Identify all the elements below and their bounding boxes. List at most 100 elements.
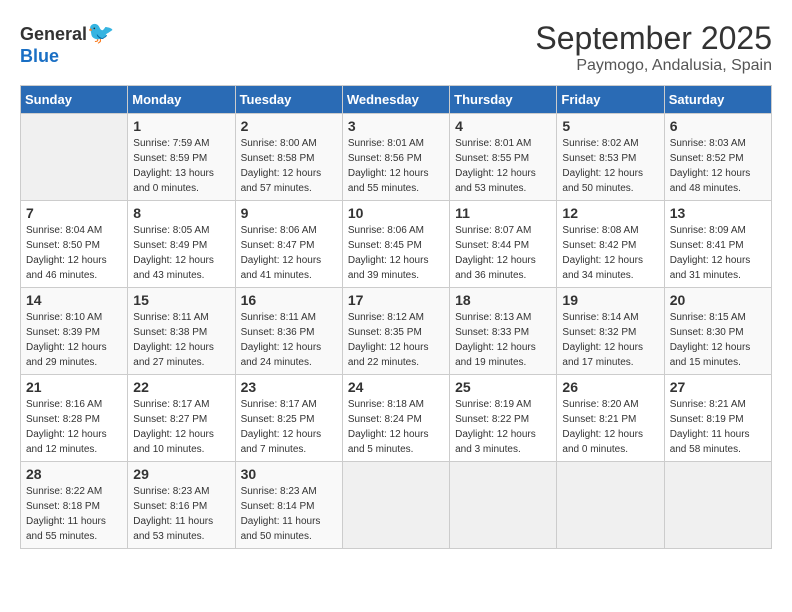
calendar-cell: 2 Sunrise: 8:00 AM Sunset: 8:58 PM Daylig… bbox=[235, 114, 342, 201]
day-info: Sunrise: 8:20 AM Sunset: 8:21 PM Dayligh… bbox=[562, 397, 658, 457]
calendar-cell: 12 Sunrise: 8:08 AM Sunset: 8:42 PM Dayli… bbox=[557, 201, 664, 288]
calendar-cell: 14 Sunrise: 8:10 AM Sunset: 8:39 PM Dayli… bbox=[21, 288, 128, 375]
day-number: 8 bbox=[133, 205, 229, 221]
calendar-cell: 11 Sunrise: 8:07 AM Sunset: 8:44 PM Dayli… bbox=[450, 201, 557, 288]
day-number: 11 bbox=[455, 205, 551, 221]
day-info: Sunrise: 8:02 AM Sunset: 8:53 PM Dayligh… bbox=[562, 136, 658, 196]
calendar-cell: 24 Sunrise: 8:18 AM Sunset: 8:24 PM Dayli… bbox=[342, 375, 449, 462]
day-info: Sunrise: 8:16 AM Sunset: 8:28 PM Dayligh… bbox=[26, 397, 122, 457]
column-header-wednesday: Wednesday bbox=[342, 86, 449, 114]
day-number: 22 bbox=[133, 379, 229, 395]
day-number: 30 bbox=[241, 466, 337, 482]
calendar-cell: 5 Sunrise: 8:02 AM Sunset: 8:53 PM Daylig… bbox=[557, 114, 664, 201]
day-number: 3 bbox=[348, 118, 444, 134]
calendar-cell bbox=[664, 462, 771, 549]
page-header: General🐦 Blue September 2025 Paymogo, An… bbox=[20, 20, 772, 75]
day-number: 9 bbox=[241, 205, 337, 221]
logo-blue: Blue bbox=[20, 46, 59, 66]
calendar-cell: 7 Sunrise: 8:04 AM Sunset: 8:50 PM Daylig… bbox=[21, 201, 128, 288]
calendar-cell: 21 Sunrise: 8:16 AM Sunset: 8:28 PM Dayli… bbox=[21, 375, 128, 462]
column-header-friday: Friday bbox=[557, 86, 664, 114]
day-number: 23 bbox=[241, 379, 337, 395]
day-info: Sunrise: 8:12 AM Sunset: 8:35 PM Dayligh… bbox=[348, 310, 444, 370]
calendar-cell: 10Sunrise: 8:06 AM Sunset: 8:45 PM Dayli… bbox=[342, 201, 449, 288]
day-number: 2 bbox=[241, 118, 337, 134]
day-number: 28 bbox=[26, 466, 122, 482]
day-number: 15 bbox=[133, 292, 229, 308]
day-number: 18 bbox=[455, 292, 551, 308]
calendar-header-row: SundayMondayTuesdayWednesdayThursdayFrid… bbox=[21, 86, 772, 114]
calendar-cell bbox=[557, 462, 664, 549]
day-number: 7 bbox=[26, 205, 122, 221]
day-number: 20 bbox=[670, 292, 766, 308]
calendar-week-row: 28 Sunrise: 8:22 AM Sunset: 8:18 PM Dayli… bbox=[21, 462, 772, 549]
column-header-tuesday: Tuesday bbox=[235, 86, 342, 114]
calendar-cell: 25 Sunrise: 8:19 AM Sunset: 8:22 PM Dayli… bbox=[450, 375, 557, 462]
day-info: Sunrise: 8:21 AM Sunset: 8:19 PM Dayligh… bbox=[670, 397, 766, 457]
day-number: 17 bbox=[348, 292, 444, 308]
calendar-cell: 29Sunrise: 8:23 AM Sunset: 8:16 PM Dayli… bbox=[128, 462, 235, 549]
day-number: 24 bbox=[348, 379, 444, 395]
day-info: Sunrise: 8:19 AM Sunset: 8:22 PM Dayligh… bbox=[455, 397, 551, 457]
calendar-cell bbox=[450, 462, 557, 549]
day-info: Sunrise: 8:22 AM Sunset: 8:18 PM Dayligh… bbox=[26, 484, 122, 544]
day-info: Sunrise: 7:59 AM Sunset: 8:59 PM Dayligh… bbox=[133, 136, 229, 196]
calendar-week-row: 14 Sunrise: 8:10 AM Sunset: 8:39 PM Dayli… bbox=[21, 288, 772, 375]
calendar-cell: 9 Sunrise: 8:06 AM Sunset: 8:47 PM Daylig… bbox=[235, 201, 342, 288]
day-info: Sunrise: 8:14 AM Sunset: 8:32 PM Dayligh… bbox=[562, 310, 658, 370]
day-info: Sunrise: 8:06 AM Sunset: 8:47 PM Dayligh… bbox=[241, 223, 337, 283]
calendar-cell: 23 Sunrise: 8:17 AM Sunset: 8:25 PM Dayli… bbox=[235, 375, 342, 462]
logo-bird-icon: 🐦 bbox=[87, 20, 114, 45]
calendar-cell: 13Sunrise: 8:09 AM Sunset: 8:41 PM Dayli… bbox=[664, 201, 771, 288]
day-info: Sunrise: 8:11 AM Sunset: 8:36 PM Dayligh… bbox=[241, 310, 337, 370]
calendar-cell bbox=[342, 462, 449, 549]
day-number: 19 bbox=[562, 292, 658, 308]
column-header-saturday: Saturday bbox=[664, 86, 771, 114]
day-number: 1 bbox=[133, 118, 229, 134]
calendar-cell: 15Sunrise: 8:11 AM Sunset: 8:38 PM Dayli… bbox=[128, 288, 235, 375]
calendar-cell: 26Sunrise: 8:20 AM Sunset: 8:21 PM Dayli… bbox=[557, 375, 664, 462]
column-header-thursday: Thursday bbox=[450, 86, 557, 114]
calendar-cell: 18 Sunrise: 8:13 AM Sunset: 8:33 PM Dayli… bbox=[450, 288, 557, 375]
day-number: 25 bbox=[455, 379, 551, 395]
calendar-cell: 3Sunrise: 8:01 AM Sunset: 8:56 PM Daylig… bbox=[342, 114, 449, 201]
day-info: Sunrise: 8:04 AM Sunset: 8:50 PM Dayligh… bbox=[26, 223, 122, 283]
title-block: September 2025 Paymogo, Andalusia, Spain bbox=[535, 20, 772, 75]
calendar-cell: 17 Sunrise: 8:12 AM Sunset: 8:35 PM Dayli… bbox=[342, 288, 449, 375]
calendar-cell: 27Sunrise: 8:21 AM Sunset: 8:19 PM Dayli… bbox=[664, 375, 771, 462]
calendar-cell: 19 Sunrise: 8:14 AM Sunset: 8:32 PM Dayli… bbox=[557, 288, 664, 375]
month-title: September 2025 bbox=[535, 20, 772, 57]
day-number: 6 bbox=[670, 118, 766, 134]
day-info: Sunrise: 8:07 AM Sunset: 8:44 PM Dayligh… bbox=[455, 223, 551, 283]
column-header-sunday: Sunday bbox=[21, 86, 128, 114]
day-info: Sunrise: 8:18 AM Sunset: 8:24 PM Dayligh… bbox=[348, 397, 444, 457]
day-number: 5 bbox=[562, 118, 658, 134]
day-info: Sunrise: 8:10 AM Sunset: 8:39 PM Dayligh… bbox=[26, 310, 122, 370]
calendar-cell bbox=[21, 114, 128, 201]
day-number: 10 bbox=[348, 205, 444, 221]
day-info: Sunrise: 8:17 AM Sunset: 8:27 PM Dayligh… bbox=[133, 397, 229, 457]
calendar-cell: 22 Sunrise: 8:17 AM Sunset: 8:27 PM Dayli… bbox=[128, 375, 235, 462]
day-info: Sunrise: 8:03 AM Sunset: 8:52 PM Dayligh… bbox=[670, 136, 766, 196]
location-title: Paymogo, Andalusia, Spain bbox=[535, 57, 772, 75]
day-info: Sunrise: 8:00 AM Sunset: 8:58 PM Dayligh… bbox=[241, 136, 337, 196]
day-number: 14 bbox=[26, 292, 122, 308]
calendar-cell: 28 Sunrise: 8:22 AM Sunset: 8:18 PM Dayli… bbox=[21, 462, 128, 549]
calendar-cell: 16Sunrise: 8:11 AM Sunset: 8:36 PM Dayli… bbox=[235, 288, 342, 375]
day-number: 12 bbox=[562, 205, 658, 221]
day-info: Sunrise: 8:01 AM Sunset: 8:55 PM Dayligh… bbox=[455, 136, 551, 196]
calendar-cell: 8 Sunrise: 8:05 AM Sunset: 8:49 PM Daylig… bbox=[128, 201, 235, 288]
calendar-week-row: 21 Sunrise: 8:16 AM Sunset: 8:28 PM Dayli… bbox=[21, 375, 772, 462]
day-number: 29 bbox=[133, 466, 229, 482]
day-info: Sunrise: 8:08 AM Sunset: 8:42 PM Dayligh… bbox=[562, 223, 658, 283]
day-info: Sunrise: 8:23 AM Sunset: 8:14 PM Dayligh… bbox=[241, 484, 337, 544]
calendar-table: SundayMondayTuesdayWednesdayThursdayFrid… bbox=[20, 85, 772, 549]
calendar-cell: 6 Sunrise: 8:03 AM Sunset: 8:52 PM Daylig… bbox=[664, 114, 771, 201]
logo: General🐦 Blue bbox=[20, 20, 114, 67]
day-number: 21 bbox=[26, 379, 122, 395]
calendar-cell: 30 Sunrise: 8:23 AM Sunset: 8:14 PM Dayli… bbox=[235, 462, 342, 549]
day-info: Sunrise: 8:13 AM Sunset: 8:33 PM Dayligh… bbox=[455, 310, 551, 370]
day-info: Sunrise: 8:17 AM Sunset: 8:25 PM Dayligh… bbox=[241, 397, 337, 457]
day-number: 4 bbox=[455, 118, 551, 134]
day-info: Sunrise: 8:05 AM Sunset: 8:49 PM Dayligh… bbox=[133, 223, 229, 283]
